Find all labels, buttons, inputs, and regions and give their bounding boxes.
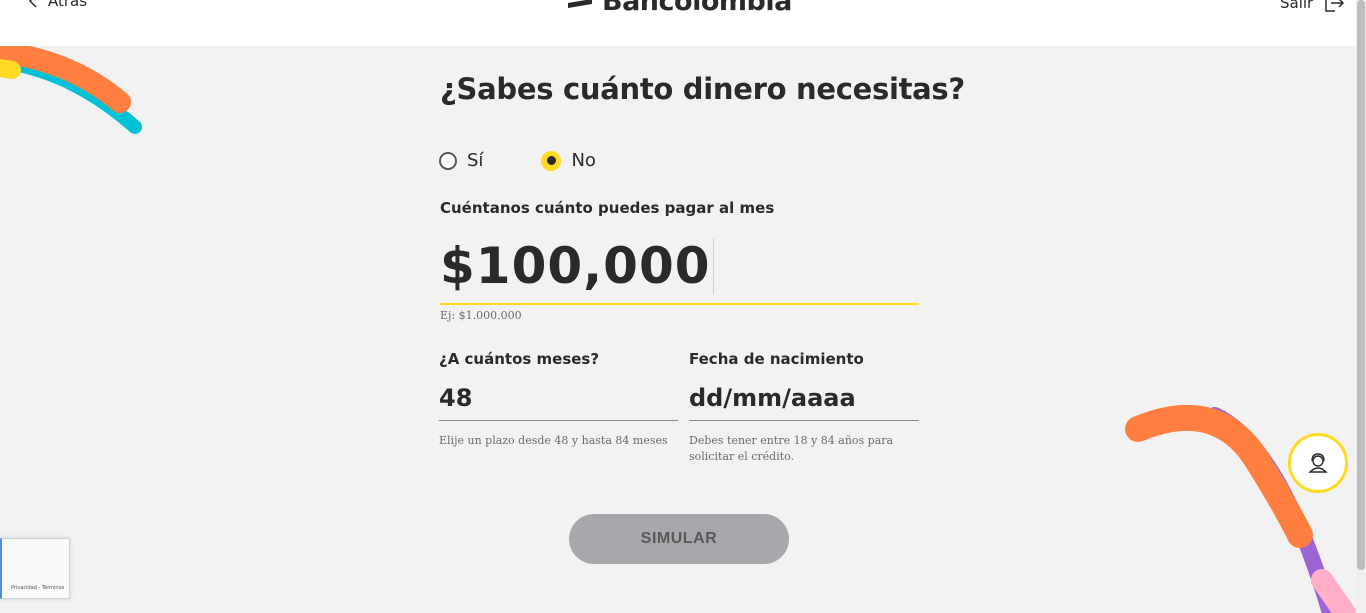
recaptcha-text: Privacidad - Términos bbox=[11, 585, 65, 591]
exit-label: Salir bbox=[1280, 0, 1314, 12]
months-value: 48 bbox=[439, 384, 473, 412]
scrollbar-thumb[interactable] bbox=[1357, 0, 1365, 570]
radio-si-circle[interactable] bbox=[439, 151, 457, 170]
months-input[interactable]: 48 bbox=[439, 376, 678, 421]
radio-no-circle[interactable] bbox=[541, 150, 562, 171]
decorative-curve-bottom-right bbox=[1125, 404, 1356, 613]
brand-name: Bancolombia bbox=[602, 0, 792, 17]
radio-si-label: Sí bbox=[467, 150, 484, 171]
birth-date-label: Fecha de nacimiento bbox=[689, 350, 864, 368]
recaptcha-badge[interactable]: Privacidad - Términos bbox=[0, 538, 70, 599]
brand-logo[interactable]: Bancolombia bbox=[566, 0, 792, 17]
birth-date-hint-line2: solicitar el crédito. bbox=[689, 450, 795, 463]
chevron-left-icon bbox=[28, 0, 37, 8]
birth-date-hint-line1: Debes tener entre 18 y 84 años para bbox=[689, 434, 894, 447]
bancolombia-logo-icon bbox=[568, 0, 592, 8]
birth-date-placeholder: dd/mm/aaaa bbox=[689, 384, 856, 412]
money-known-radio-group: Sí No bbox=[439, 150, 596, 171]
help-chat-button[interactable] bbox=[1288, 433, 1348, 493]
months-label: ¿A cuántos meses? bbox=[439, 350, 600, 368]
birth-date-input[interactable]: dd/mm/aaaa bbox=[689, 376, 919, 421]
monthly-payment-hint: Ej: $1.000.000 bbox=[440, 309, 522, 322]
monthly-payment-value: $100,000 bbox=[440, 236, 711, 295]
exit-link[interactable]: Salir bbox=[1280, 0, 1345, 14]
birth-date-hint: Debes tener entre 18 y 84 años para soli… bbox=[689, 433, 893, 465]
monthly-payment-input[interactable]: $100,000 bbox=[440, 228, 919, 305]
radio-si[interactable]: Sí bbox=[439, 150, 483, 171]
page-scrollbar[interactable] bbox=[1356, 0, 1366, 613]
text-caret bbox=[712, 237, 714, 294]
radio-no[interactable]: No bbox=[541, 150, 596, 171]
months-hint: Elije un plazo desde 48 y hasta 84 meses bbox=[439, 434, 668, 447]
monthly-payment-label: Cuéntanos cuánto puedes pagar al mes bbox=[440, 199, 775, 217]
top-header: Atrás Bancolombia Salir bbox=[0, 0, 1356, 46]
simulate-button[interactable]: SIMULAR bbox=[569, 514, 789, 564]
exit-icon bbox=[1325, 0, 1345, 12]
back-link[interactable]: Atrás bbox=[26, 0, 87, 10]
support-agent-icon bbox=[1308, 453, 1328, 473]
back-label: Atrás bbox=[48, 0, 88, 10]
radio-no-label: No bbox=[571, 150, 596, 171]
decorative-curve-top-left bbox=[0, 41, 142, 134]
page-title: ¿Sabes cuánto dinero necesitas? bbox=[440, 72, 965, 106]
